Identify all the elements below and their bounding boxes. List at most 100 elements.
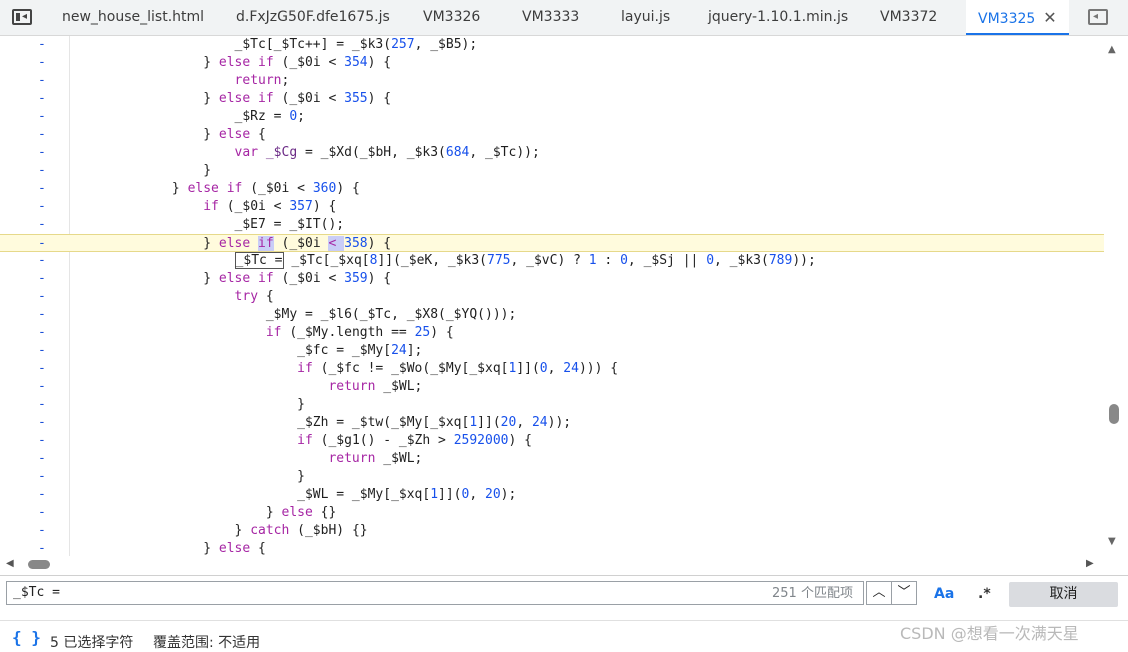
- code-line[interactable]: - } else if (_$0i < 360) {: [0, 180, 1104, 198]
- scroll-down-icon[interactable]: ▼: [1108, 536, 1116, 547]
- coverage-marker: -: [38, 397, 46, 412]
- selected-chars: 5 已选择字符: [50, 635, 134, 651]
- tab-new-house-list[interactable]: new_house_list.html: [62, 0, 204, 35]
- code-text: if (_$0i < 357) {: [203, 199, 337, 214]
- coverage-marker: -: [38, 505, 46, 520]
- code-line[interactable]: - } catch (_$bH) {}: [0, 522, 1104, 540]
- code-text: return _$WL;: [328, 451, 423, 466]
- code-line[interactable]: - _$Zh = _$tw(_$My[_$xq[1]](20, 24));: [0, 414, 1104, 432]
- coverage-status: 覆盖范围: 不适用: [153, 635, 261, 651]
- vertical-scroll-thumb[interactable]: [1109, 404, 1119, 424]
- code-line[interactable]: - _$WL = _$My[_$xq[1]](0, 20);: [0, 486, 1104, 504]
- code-text: }: [78, 163, 212, 178]
- code-text: _$Rz = 0;: [78, 109, 305, 124]
- code-line[interactable]: - return _$WL;: [0, 378, 1104, 396]
- code-text: } else {: [78, 127, 266, 142]
- tab-vm3333[interactable]: VM3333: [522, 0, 579, 35]
- code-line[interactable]: - return;: [0, 72, 1104, 90]
- tab-bar: ◂ new_house_list.html d.FxJzG50F.dfe1675…: [0, 0, 1128, 36]
- code-line[interactable]: - _$E7 = _$IT();: [0, 216, 1104, 234]
- code-editor[interactable]: - _$Tc[_$Tc++] = _$k3(257, _$B5); - } els…: [0, 36, 1104, 556]
- code-line[interactable]: - _$Rz = 0;: [0, 108, 1104, 126]
- next-match-button[interactable]: ﹀: [891, 581, 917, 605]
- coverage-marker: -: [38, 325, 46, 340]
- coverage-marker: -: [38, 415, 46, 430]
- code-line[interactable]: - } else {}: [0, 504, 1104, 522]
- coverage-marker: -: [38, 73, 46, 88]
- code-line[interactable]: - _$My = _$l6(_$Tc, _$X8(_$YQ()));: [0, 306, 1104, 324]
- coverage-marker: -: [38, 289, 46, 304]
- coverage-marker: -: [38, 433, 46, 448]
- chevron-up-icon: ︿: [872, 585, 886, 600]
- horizontal-scrollbar[interactable]: [0, 557, 1104, 573]
- tab-jquery[interactable]: jquery-1.10.1.min.js: [708, 0, 848, 35]
- scroll-left-icon[interactable]: ◀: [6, 558, 14, 569]
- code-line[interactable]: - _$Tc = _$Tc[_$xq[8]](_$eK, _$k3(775, _…: [0, 252, 1104, 270]
- code-text: _$WL = _$My[_$xq[1]](0, 20);: [78, 487, 517, 502]
- code-text: } else {: [78, 541, 266, 556]
- close-icon[interactable]: ✕: [1043, 0, 1056, 35]
- code-text: _$Tc[_$Tc++] = _$k3(257, _$B5);: [78, 37, 478, 52]
- coverage-marker: -: [38, 127, 46, 142]
- code-line[interactable]: - if (_$fc != _$Wo(_$My[_$xq[1]](0, 24))…: [0, 360, 1104, 378]
- coverage-marker: -: [38, 55, 46, 70]
- code-line[interactable]: - } else if (_$0i < 355) {: [0, 90, 1104, 108]
- code-line[interactable]: - }: [0, 162, 1104, 180]
- code-text: }: [78, 469, 305, 484]
- code-line[interactable]: - } else if (_$0i < 359) {: [0, 270, 1104, 288]
- code-line[interactable]: - _$Tc[_$Tc++] = _$k3(257, _$B5);: [0, 36, 1104, 54]
- code-text: if (_$fc != _$Wo(_$My[_$xq[1]](0, 24))) …: [297, 361, 619, 376]
- tab-layui[interactable]: layui.js: [621, 0, 670, 35]
- code-text: } catch (_$bH) {}: [78, 523, 368, 538]
- match-case-button[interactable]: Aa: [934, 586, 954, 602]
- code-text: _$Zh = _$tw(_$My[_$xq[1]](20, 24));: [78, 415, 572, 430]
- code-line[interactable]: - } else if (_$0i < 354) {: [0, 54, 1104, 72]
- sidebar-toggle-icon[interactable]: ◂: [12, 9, 32, 25]
- coverage-marker: -: [38, 379, 46, 394]
- coverage-marker: -: [38, 236, 46, 251]
- match-count: 251 个匹配项: [772, 586, 853, 601]
- code-text: _$My = _$l6(_$Tc, _$X8(_$YQ()));: [78, 307, 517, 322]
- tab-vm3326[interactable]: VM3326: [423, 0, 480, 35]
- tab-dfe-js[interactable]: d.FxJzG50F.dfe1675.js: [236, 0, 390, 35]
- code-line[interactable]: - } else {: [0, 540, 1104, 556]
- coverage-marker: -: [38, 541, 46, 556]
- coverage-marker: -: [38, 343, 46, 358]
- code-text: var _$Cg = _$Xd(_$bH, _$k3(684, _$Tc));: [234, 145, 540, 160]
- code-text: } else {}: [78, 505, 337, 520]
- vertical-scrollbar[interactable]: [1104, 36, 1128, 556]
- code-line[interactable]: - _$fc = _$My[24];: [0, 342, 1104, 360]
- code-line[interactable]: - try {: [0, 288, 1104, 306]
- coverage-marker: -: [38, 145, 46, 160]
- search-input[interactable]: _$Tc =: [6, 581, 864, 605]
- code-line[interactable]: - var _$Cg = _$Xd(_$bH, _$k3(684, _$Tc))…: [0, 144, 1104, 162]
- scroll-up-icon[interactable]: ▲: [1108, 44, 1116, 55]
- code-line[interactable]: - } else if (_$0i < 358) {: [0, 234, 1104, 252]
- code-line[interactable]: - }: [0, 396, 1104, 414]
- tab-vm3372[interactable]: VM3372: [880, 0, 937, 35]
- coverage-marker: -: [38, 217, 46, 232]
- code-line[interactable]: - if (_$g1() - _$Zh > 2592000) {: [0, 432, 1104, 450]
- code-line[interactable]: - if (_$My.length == 25) {: [0, 324, 1104, 342]
- panel-toggle-icon[interactable]: ◂: [1088, 9, 1108, 25]
- coverage-marker: -: [38, 37, 46, 52]
- code-text: } else if (_$0i < 355) {: [78, 91, 392, 106]
- coverage-marker: -: [38, 109, 46, 124]
- regex-button[interactable]: .*: [978, 586, 991, 602]
- code-text: }: [78, 397, 305, 412]
- scroll-right-icon[interactable]: ▶: [1086, 558, 1094, 569]
- code-text: return _$WL;: [328, 379, 423, 394]
- horizontal-scroll-thumb[interactable]: [28, 560, 50, 569]
- code-line[interactable]: - return _$WL;: [0, 450, 1104, 468]
- tab-vm3325[interactable]: VM3325 ✕: [966, 0, 1069, 35]
- coverage-marker: -: [38, 199, 46, 214]
- coverage-marker: -: [38, 181, 46, 196]
- cancel-button[interactable]: 取消: [1009, 582, 1118, 607]
- code-line[interactable]: - } else {: [0, 126, 1104, 144]
- code-line[interactable]: - if (_$0i < 357) {: [0, 198, 1104, 216]
- chevron-down-icon: ﹀: [897, 585, 911, 600]
- code-line[interactable]: - }: [0, 468, 1104, 486]
- pretty-print-button[interactable]: { }: [12, 628, 41, 647]
- previous-match-button[interactable]: ︿: [866, 581, 892, 605]
- code-text: } else if (_$0i < 360) {: [78, 181, 360, 196]
